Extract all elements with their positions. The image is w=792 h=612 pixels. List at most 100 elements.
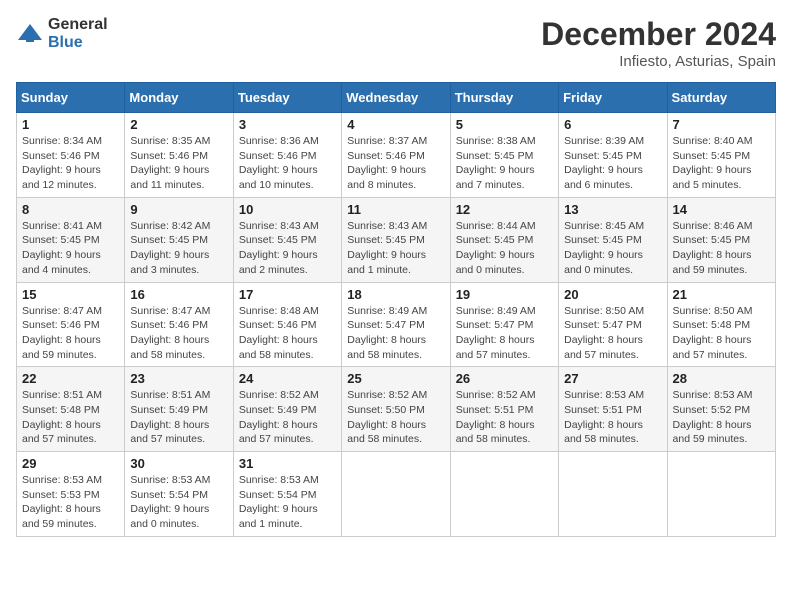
day-detail: Sunrise: 8:49 AM Sunset: 5:47 PM Dayligh… [347, 304, 444, 363]
location: Infiesto, Asturias, Spain [541, 53, 776, 70]
day-number: 3 [239, 117, 336, 132]
day-detail: Sunrise: 8:52 AM Sunset: 5:51 PM Dayligh… [456, 388, 553, 447]
logo-text: General Blue [48, 16, 108, 52]
day-number: 18 [347, 287, 444, 302]
day-number: 1 [22, 117, 119, 132]
calendar-cell: 27Sunrise: 8:53 AM Sunset: 5:51 PM Dayli… [559, 367, 667, 452]
calendar-cell [559, 452, 667, 537]
day-detail: Sunrise: 8:39 AM Sunset: 5:45 PM Dayligh… [564, 134, 661, 193]
day-detail: Sunrise: 8:44 AM Sunset: 5:45 PM Dayligh… [456, 219, 553, 278]
calendar-cell: 12 Sunrise: 8:44 AM Sunset: 5:45 PM Dayli… [450, 197, 558, 282]
calendar-cell [667, 452, 775, 537]
calendar-cell: 15Sunrise: 8:47 AM Sunset: 5:46 PM Dayli… [17, 282, 125, 367]
day-detail: Sunrise: 8:35 AM Sunset: 5:46 PM Dayligh… [130, 134, 227, 193]
weekday-header-wednesday: Wednesday [342, 83, 450, 113]
day-number: 14 [673, 202, 770, 217]
day-number: 28 [673, 371, 770, 386]
calendar-cell: 22 Sunrise: 8:51 AM Sunset: 5:48 PM Dayli… [17, 367, 125, 452]
calendar-week-row: 15 Sunrise: 8:47 AM Sunset: 5:46 PM Dayli… [17, 282, 776, 367]
calendar-cell: 18 Sunrise: 8:49 AM Sunset: 5:47 PM Dayli… [342, 282, 450, 367]
calendar-cell: 21 Sunrise: 8:50 AM Sunset: 5:48 PM Dayli… [667, 282, 775, 367]
day-number: 22 [22, 371, 119, 386]
day-detail: Sunrise: 8:53 AM Sunset: 5:52 PM Dayligh… [673, 388, 770, 447]
calendar-cell: 17 Sunrise: 8:48 AM Sunset: 5:46 PM Dayli… [233, 282, 341, 367]
calendar-cell: 10 Sunrise: 8:43 AM Sunset: 5:45 PM Dayli… [233, 197, 341, 282]
calendar-cell: 13Sunrise: 8:45 AM Sunset: 5:45 PM Dayli… [559, 197, 667, 282]
day-detail: Sunrise: 8:53 AM Sunset: 5:51 PM Dayligh… [564, 388, 661, 447]
day-detail: Sunrise: 8:50 AM Sunset: 5:47 PM Dayligh… [564, 304, 661, 363]
calendar-week-row: 22 Sunrise: 8:51 AM Sunset: 5:48 PM Dayli… [17, 367, 776, 452]
calendar-cell: 30Sunrise: 8:53 AM Sunset: 5:54 PM Dayli… [125, 452, 233, 537]
day-detail: Sunrise: 8:36 AM Sunset: 5:46 PM Dayligh… [239, 134, 336, 193]
weekday-header-saturday: Saturday [667, 83, 775, 113]
calendar-cell: 2 Sunrise: 8:35 AM Sunset: 5:46 PM Daylig… [125, 113, 233, 198]
day-detail: Sunrise: 8:43 AM Sunset: 5:45 PM Dayligh… [239, 219, 336, 278]
weekday-header-thursday: Thursday [450, 83, 558, 113]
calendar-cell: 23 Sunrise: 8:51 AM Sunset: 5:49 PM Dayli… [125, 367, 233, 452]
day-detail: Sunrise: 8:47 AM Sunset: 5:46 PM Dayligh… [130, 304, 227, 363]
weekday-header-sunday: Sunday [17, 83, 125, 113]
day-detail: Sunrise: 8:42 AM Sunset: 5:45 PM Dayligh… [130, 219, 227, 278]
day-number: 15 [22, 287, 119, 302]
day-number: 13 [564, 202, 661, 217]
day-number: 25 [347, 371, 444, 386]
weekday-header-tuesday: Tuesday [233, 83, 341, 113]
calendar-cell: 5 Sunrise: 8:38 AM Sunset: 5:45 PM Daylig… [450, 113, 558, 198]
day-detail: Sunrise: 8:38 AM Sunset: 5:45 PM Dayligh… [456, 134, 553, 193]
logo: General Blue [16, 16, 108, 52]
calendar-cell: 4Sunrise: 8:37 AM Sunset: 5:46 PM Daylig… [342, 113, 450, 198]
day-number: 6 [564, 117, 661, 132]
calendar-cell: 24 Sunrise: 8:52 AM Sunset: 5:49 PM Dayli… [233, 367, 341, 452]
day-number: 26 [456, 371, 553, 386]
weekday-header-row: SundayMondayTuesdayWednesdayThursdayFrid… [17, 83, 776, 113]
calendar-cell: 11 Sunrise: 8:43 AM Sunset: 5:45 PM Dayli… [342, 197, 450, 282]
calendar-cell: 16Sunrise: 8:47 AM Sunset: 5:46 PM Dayli… [125, 282, 233, 367]
calendar-cell: 26 Sunrise: 8:52 AM Sunset: 5:51 PM Dayli… [450, 367, 558, 452]
day-number: 21 [673, 287, 770, 302]
day-detail: Sunrise: 8:53 AM Sunset: 5:53 PM Dayligh… [22, 473, 119, 532]
day-number: 12 [456, 202, 553, 217]
day-detail: Sunrise: 8:43 AM Sunset: 5:45 PM Dayligh… [347, 219, 444, 278]
day-number: 2 [130, 117, 227, 132]
month-title: December 2024 [541, 16, 776, 53]
day-detail: Sunrise: 8:53 AM Sunset: 5:54 PM Dayligh… [130, 473, 227, 532]
day-number: 10 [239, 202, 336, 217]
day-detail: Sunrise: 8:52 AM Sunset: 5:49 PM Dayligh… [239, 388, 336, 447]
day-number: 31 [239, 456, 336, 471]
day-detail: Sunrise: 8:40 AM Sunset: 5:45 PM Dayligh… [673, 134, 770, 193]
calendar-cell: 20 Sunrise: 8:50 AM Sunset: 5:47 PM Dayli… [559, 282, 667, 367]
day-detail: Sunrise: 8:51 AM Sunset: 5:49 PM Dayligh… [130, 388, 227, 447]
day-detail: Sunrise: 8:53 AM Sunset: 5:54 PM Dayligh… [239, 473, 336, 532]
logo-icon [16, 20, 44, 48]
day-number: 23 [130, 371, 227, 386]
day-detail: Sunrise: 8:51 AM Sunset: 5:48 PM Dayligh… [22, 388, 119, 447]
calendar-week-row: 1 Sunrise: 8:34 AM Sunset: 5:46 PM Daylig… [17, 113, 776, 198]
day-detail: Sunrise: 8:46 AM Sunset: 5:45 PM Dayligh… [673, 219, 770, 278]
day-detail: Sunrise: 8:37 AM Sunset: 5:46 PM Dayligh… [347, 134, 444, 193]
calendar-cell: 3 Sunrise: 8:36 AM Sunset: 5:46 PM Daylig… [233, 113, 341, 198]
calendar-week-row: 29 Sunrise: 8:53 AM Sunset: 5:53 PM Dayli… [17, 452, 776, 537]
day-number: 29 [22, 456, 119, 471]
day-number: 24 [239, 371, 336, 386]
day-number: 5 [456, 117, 553, 132]
day-number: 7 [673, 117, 770, 132]
weekday-header-monday: Monday [125, 83, 233, 113]
calendar-cell [450, 452, 558, 537]
day-number: 11 [347, 202, 444, 217]
calendar-week-row: 8Sunrise: 8:41 AM Sunset: 5:45 PM Daylig… [17, 197, 776, 282]
calendar-cell: 14 Sunrise: 8:46 AM Sunset: 5:45 PM Dayli… [667, 197, 775, 282]
day-detail: Sunrise: 8:48 AM Sunset: 5:46 PM Dayligh… [239, 304, 336, 363]
title-area: December 2024 Infiesto, Asturias, Spain [541, 16, 776, 70]
calendar-cell: 7 Sunrise: 8:40 AM Sunset: 5:45 PM Daylig… [667, 113, 775, 198]
day-detail: Sunrise: 8:34 AM Sunset: 5:46 PM Dayligh… [22, 134, 119, 193]
day-detail: Sunrise: 8:52 AM Sunset: 5:50 PM Dayligh… [347, 388, 444, 447]
calendar-cell [342, 452, 450, 537]
weekday-header-friday: Friday [559, 83, 667, 113]
day-number: 20 [564, 287, 661, 302]
calendar-cell: 28 Sunrise: 8:53 AM Sunset: 5:52 PM Dayli… [667, 367, 775, 452]
day-detail: Sunrise: 8:50 AM Sunset: 5:48 PM Dayligh… [673, 304, 770, 363]
calendar-cell: 29 Sunrise: 8:53 AM Sunset: 5:53 PM Dayli… [17, 452, 125, 537]
calendar-cell: 6 Sunrise: 8:39 AM Sunset: 5:45 PM Daylig… [559, 113, 667, 198]
page-header: General Blue December 2024 Infiesto, Ast… [16, 16, 776, 70]
day-number: 17 [239, 287, 336, 302]
